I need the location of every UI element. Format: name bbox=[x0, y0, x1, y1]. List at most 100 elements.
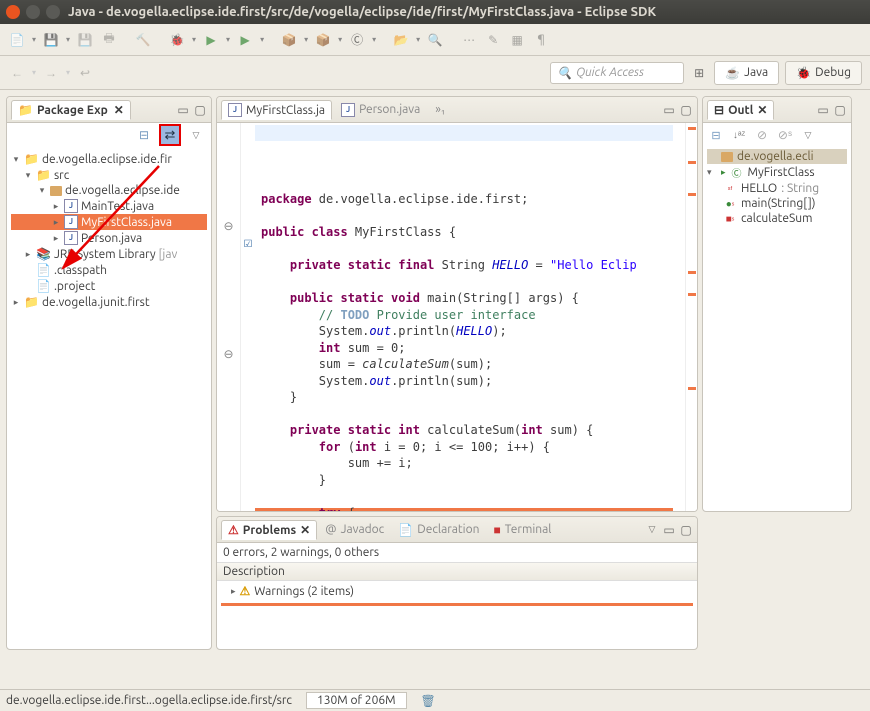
maximize-view-icon[interactable]: ▢ bbox=[193, 103, 207, 117]
outline-icon: ⊟ bbox=[714, 103, 724, 117]
package-explorer-tree[interactable]: ▾📁 de.vogella.eclipse.ide.fir▾📁 src▾ de.… bbox=[7, 147, 211, 649]
collapse-arrow-icon[interactable]: ▾ bbox=[23, 170, 33, 181]
task-marker-icon[interactable]: ☑ bbox=[241, 238, 255, 250]
open-perspective-icon[interactable]: ⊞ bbox=[690, 64, 708, 82]
new-class-icon[interactable]: Ⓒ bbox=[348, 31, 366, 49]
expand-arrow-icon[interactable]: ▸ bbox=[51, 233, 61, 244]
show-whitespace-icon[interactable]: ¶ bbox=[532, 31, 550, 49]
new-java-project-icon[interactable]: 📦 bbox=[280, 31, 298, 49]
expand-arrow-icon[interactable]: ▸ bbox=[51, 217, 61, 228]
package-explorer-view: 📁 Package Exp ✕ ▭ ▢ ⊟ ⇄ ▽ ▾📁 de.vogella.… bbox=[6, 96, 212, 650]
code-text[interactable]: package de.vogella.eclipse.ide.first; pu… bbox=[255, 123, 685, 511]
collapse-all-icon[interactable]: ⊟ bbox=[135, 126, 153, 144]
status-bar: de.vogella.eclipse.ide.first...ogella.ec… bbox=[0, 689, 870, 711]
tree-item[interactable]: ▸J MainTest.java bbox=[11, 198, 207, 214]
expand-arrow-icon[interactable]: ▸ bbox=[11, 297, 21, 308]
declaration-tab[interactable]: 📄 Declaration bbox=[392, 521, 485, 539]
tree-item[interactable]: ▾📁 src bbox=[11, 167, 207, 183]
problems-tab[interactable]: ⚠ Problems ✕ bbox=[221, 520, 317, 540]
mark-occurrences-icon[interactable]: ✎ bbox=[484, 31, 502, 49]
editor-tab-person[interactable]: J Person.java bbox=[334, 100, 427, 120]
tree-item-label: src bbox=[54, 169, 69, 182]
minimize-window-button[interactable] bbox=[26, 5, 40, 19]
overview-ruler[interactable] bbox=[685, 123, 697, 511]
terminal-tab[interactable]: ■ Terminal bbox=[487, 521, 557, 539]
tree-item[interactable]: ▸📁 de.vogella.junit.first bbox=[11, 294, 207, 310]
annotation-ruler[interactable]: ☑ bbox=[241, 123, 255, 511]
java-perspective-button[interactable]: ☕ Java bbox=[714, 61, 779, 85]
minimize-view-icon[interactable]: ▭ bbox=[816, 103, 830, 117]
maximize-editor-icon[interactable]: ▢ bbox=[679, 103, 693, 117]
maximize-view-icon[interactable]: ▢ bbox=[833, 103, 847, 117]
build-icon[interactable]: 🔨 bbox=[134, 31, 152, 49]
close-view-icon[interactable]: ✕ bbox=[300, 523, 310, 537]
heap-status[interactable]: 130M of 206M bbox=[306, 692, 407, 709]
gc-button[interactable]: 🗑 bbox=[421, 694, 436, 708]
tree-item[interactable]: ▾📁 de.vogella.eclipse.ide.fir bbox=[11, 151, 207, 167]
close-view-icon[interactable]: ✕ bbox=[757, 103, 767, 117]
view-menu-icon[interactable]: ▽ bbox=[187, 126, 205, 144]
new-package-icon[interactable]: 📦 bbox=[314, 31, 332, 49]
save-all-icon[interactable]: 💾 bbox=[42, 31, 60, 49]
tree-item[interactable]: ▸J Person.java bbox=[11, 230, 207, 246]
tree-item[interactable]: ▾ de.vogella.eclipse.ide bbox=[11, 183, 207, 198]
search-icon[interactable]: 🔍 bbox=[426, 31, 444, 49]
outline-tree[interactable]: de.vogella.ecli ▾▸ⒸMyFirstClassˢᶠHELLO :… bbox=[703, 147, 851, 511]
toggle-breadcrumb-icon[interactable]: ⋯ bbox=[460, 31, 478, 49]
save-icon[interactable]: 💾 bbox=[76, 31, 94, 49]
hide-static-icon[interactable]: ⊘ˢ bbox=[776, 126, 794, 144]
java-file-icon: J bbox=[64, 199, 78, 213]
outline-item[interactable]: ■ˢcalculateSum bbox=[707, 211, 847, 226]
print-icon[interactable]: 🖶 bbox=[100, 31, 118, 49]
editor-overflow-indicator[interactable]: »₁ bbox=[435, 103, 445, 116]
package-explorer-tab[interactable]: 📁 Package Exp ✕ bbox=[11, 100, 131, 120]
outline-item[interactable]: ▾▸ⒸMyFirstClass bbox=[707, 164, 847, 181]
run-icon[interactable]: ▶ bbox=[202, 31, 220, 49]
minimize-editor-icon[interactable]: ▭ bbox=[662, 103, 676, 117]
file-icon: 📄 bbox=[36, 263, 51, 277]
run-last-icon[interactable]: ▶ bbox=[236, 31, 254, 49]
code-editor[interactable]: ⊖ ⊖ ☑ package de.vogella.e bbox=[217, 123, 697, 511]
hide-fields-icon[interactable]: ⊘ bbox=[753, 126, 771, 144]
close-view-icon[interactable]: ✕ bbox=[114, 103, 124, 117]
sort-icon[interactable]: ↓ᵃᶻ bbox=[730, 126, 748, 144]
nav-back-icon[interactable]: ← bbox=[8, 64, 26, 82]
tree-item[interactable]: 📄 .classpath bbox=[11, 262, 207, 278]
editor-tab-myfirstclass[interactable]: J MyFirstClass.ja bbox=[221, 100, 332, 120]
link-with-editor-button[interactable]: ⇄ bbox=[159, 124, 181, 146]
open-type-icon[interactable]: 📂 bbox=[392, 31, 410, 49]
block-selection-icon[interactable]: ▦ bbox=[508, 31, 526, 49]
problems-group-row[interactable]: ▸ ⚠ Warnings (2 items) bbox=[217, 581, 697, 601]
tree-item[interactable]: ▸📚 JRE System Library [jav bbox=[11, 246, 207, 262]
minimize-view-icon[interactable]: ▭ bbox=[662, 523, 676, 537]
outline-item[interactable]: ˢᶠHELLO : String bbox=[707, 181, 847, 196]
outline-package[interactable]: de.vogella.ecli bbox=[707, 149, 847, 164]
outline-item[interactable]: ●ˢmain(String[]) bbox=[707, 196, 847, 211]
view-menu-icon[interactable]: ▽ bbox=[645, 523, 659, 537]
tree-item[interactable]: ▸J MyFirstClass.java bbox=[11, 214, 207, 230]
debug-perspective-button[interactable]: 🐞 Debug bbox=[785, 61, 862, 85]
focus-icon[interactable]: ⊟ bbox=[707, 126, 725, 144]
quick-access-input[interactable]: 🔍 Quick Access bbox=[550, 62, 684, 84]
collapse-arrow-icon[interactable]: ▾ bbox=[707, 167, 717, 178]
debug-icon[interactable]: 🐞 bbox=[168, 31, 186, 49]
collapse-arrow-icon[interactable]: ▾ bbox=[37, 185, 47, 196]
view-menu-icon[interactable]: ▽ bbox=[799, 126, 817, 144]
nav-forward-icon[interactable]: → bbox=[42, 64, 60, 82]
problems-column-description[interactable]: Description bbox=[217, 562, 697, 581]
java-file-icon: J bbox=[341, 103, 355, 117]
new-icon[interactable]: 📄 bbox=[8, 31, 26, 49]
maximize-view-icon[interactable]: ▢ bbox=[679, 523, 693, 537]
tree-item[interactable]: 📄 .project bbox=[11, 278, 207, 294]
outline-tab[interactable]: ⊟ Outl ✕ bbox=[707, 100, 774, 120]
javadoc-tab[interactable]: @ Javadoc bbox=[319, 521, 390, 538]
expand-arrow-icon[interactable]: ▸ bbox=[231, 586, 236, 597]
expand-arrow-icon[interactable]: ▸ bbox=[51, 201, 61, 212]
close-window-button[interactable] bbox=[6, 5, 20, 19]
nav-last-edit-icon[interactable]: ↩ bbox=[76, 64, 94, 82]
maximize-window-button[interactable] bbox=[46, 5, 60, 19]
expand-arrow-icon[interactable]: ▸ bbox=[23, 249, 33, 260]
vertical-ruler[interactable]: ⊖ ⊖ bbox=[217, 123, 241, 511]
minimize-view-icon[interactable]: ▭ bbox=[176, 103, 190, 117]
collapse-arrow-icon[interactable]: ▾ bbox=[11, 154, 21, 165]
